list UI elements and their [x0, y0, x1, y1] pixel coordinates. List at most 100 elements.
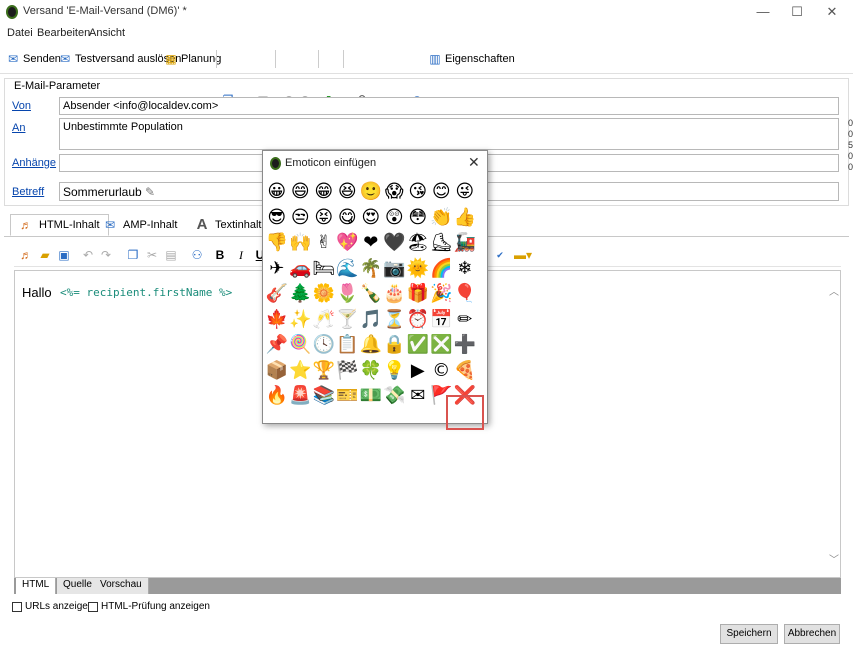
emoticon-button[interactable]: 😋 [336, 205, 360, 231]
emoticon-button[interactable]: 🌊 [336, 256, 360, 282]
emoticon-button[interactable]: ❤ [359, 230, 383, 256]
emoticon-button[interactable]: 📅 [430, 307, 454, 333]
emoticon-button[interactable]: 🙂 [359, 179, 383, 205]
emoticon-button[interactable]: 🌈 [430, 256, 454, 282]
emoticon-button[interactable]: 🍀 [359, 358, 383, 384]
emoticon-button[interactable]: 👍 [453, 205, 477, 231]
emoticon-button[interactable]: 👎 [265, 230, 289, 256]
emoticon-button[interactable]: 🍾 [359, 281, 383, 307]
emoticon-button[interactable]: 🎉 [430, 281, 454, 307]
emoticon-button[interactable]: 🙌 [289, 230, 313, 256]
emoticon-button[interactable]: 🥂 [312, 307, 336, 333]
planning-button[interactable]: ▦ Planung [164, 51, 221, 67]
emoticon-button[interactable]: 🍕 [453, 358, 477, 384]
send-button[interactable]: ✉ Senden [6, 51, 61, 67]
emoticon-button[interactable]: ❎ [430, 332, 454, 358]
emoticon-button[interactable]: 💸 [383, 383, 407, 409]
editor-redo-icon[interactable]: ↷ [98, 247, 114, 263]
maximize-button[interactable]: ☐ [780, 0, 814, 24]
emoticon-button[interactable]: ⏳ [383, 307, 407, 333]
emoticon-button[interactable]: 🌲 [289, 281, 313, 307]
editor-cut-icon[interactable]: ✂ [144, 247, 160, 263]
html-check-checkbox[interactable]: HTML-Prüfung anzeigen [88, 601, 210, 612]
emoticon-button[interactable]: 🏆 [312, 358, 336, 384]
emoticon-button[interactable]: 🚨 [289, 383, 313, 409]
emoticon-button[interactable]: 🔒 [383, 332, 407, 358]
bold-button[interactable]: B [212, 247, 228, 263]
emoticon-button[interactable]: ✌ [312, 230, 336, 256]
tab-amp-content[interactable]: ✉ AMP-Inhalt [95, 214, 185, 236]
emoticon-button[interactable]: 😆 [336, 179, 360, 205]
close-window-button[interactable]: ✕ [815, 0, 849, 24]
find-icon[interactable]: ⚇ [189, 247, 205, 263]
emoticon-button[interactable]: 🍭 [289, 332, 313, 358]
emoticon-button[interactable]: 🍸 [336, 307, 360, 333]
emoticon-button[interactable]: 🏁 [336, 358, 360, 384]
emoticon-button[interactable]: 🎈 [453, 281, 477, 307]
emoticon-button[interactable]: 🎂 [383, 281, 407, 307]
to-link[interactable]: An [12, 122, 25, 134]
emoticon-button[interactable]: 😄 [289, 179, 313, 205]
editor-scrollbar[interactable]: ︿ ﹀ [826, 271, 840, 577]
scroll-down-icon[interactable]: ﹀ [829, 551, 839, 566]
emoticon-button[interactable]: ⏰ [406, 307, 430, 333]
menu-bearbeiten[interactable]: Bearbeiten [37, 27, 90, 39]
emoticon-button[interactable]: 🎫 [336, 383, 360, 409]
menu-ansicht[interactable]: Ansicht [89, 27, 125, 39]
editor-undo-icon[interactable]: ↶ [80, 247, 96, 263]
emoticon-button[interactable]: 🕓 [312, 332, 336, 358]
emoticon-button[interactable]: 📋 [336, 332, 360, 358]
emoticon-button[interactable]: 😁 [312, 179, 336, 205]
emoticon-button[interactable]: 😳 [406, 205, 430, 231]
emoticon-button[interactable]: 💖 [336, 230, 360, 256]
editor-copy-icon[interactable]: ❐ [125, 247, 141, 263]
emoticon-button[interactable]: 🔔 [359, 332, 383, 358]
emoticon-button[interactable]: 🌴 [359, 256, 383, 282]
emoticon-button[interactable]: 😎 [265, 205, 289, 231]
save-icon[interactable]: ▣ [56, 247, 72, 263]
emoticon-button[interactable]: 😍 [359, 205, 383, 231]
emoticon-button[interactable]: 👏 [430, 205, 454, 231]
tab-source[interactable]: Quelle [57, 578, 99, 594]
emoticon-button[interactable]: 💡 [383, 358, 407, 384]
emoticon-button[interactable]: 📷 [383, 256, 407, 282]
save-button[interactable]: Speichern [720, 624, 778, 644]
emoticon-button[interactable]: 💵 [359, 383, 383, 409]
emoticon-button[interactable]: 🛏 [312, 256, 336, 282]
emoticon-button[interactable]: 📦 [265, 358, 289, 384]
emoticon-button[interactable]: 😀 [265, 179, 289, 205]
attachments-link[interactable]: Anhänge [12, 157, 56, 169]
emoticon-button[interactable]: ✨ [289, 307, 313, 333]
emoticon-button[interactable]: ✉ [406, 383, 430, 409]
checkbox-box[interactable] [88, 601, 98, 612]
tab-text-content[interactable]: A Textinhalt [187, 214, 269, 236]
emoticon-button[interactable]: 📚 [312, 383, 336, 409]
emoticon-button[interactable]: 🍁 [265, 307, 289, 333]
emoticon-button[interactable]: ▶ [406, 358, 430, 384]
emoticon-button[interactable]: 🖤 [383, 230, 407, 256]
html-icon[interactable]: ♬ [18, 247, 34, 263]
tab-html-content[interactable]: ♬ HTML-Inhalt [10, 214, 109, 236]
scroll-up-icon[interactable]: ︿ [829, 283, 839, 298]
emoticon-button[interactable]: 😒 [289, 205, 313, 231]
to-field[interactable]: Unbestimmte Population [59, 118, 839, 150]
open-folder-icon[interactable]: ▰ [37, 247, 53, 263]
minimize-button[interactable]: — [746, 0, 780, 24]
emoticon-button[interactable]: ⛸ [430, 230, 454, 256]
checkbox-box[interactable] [12, 601, 22, 612]
emoticon-button[interactable]: 🚂 [453, 230, 477, 256]
emoticon-button[interactable]: ✏ [453, 307, 477, 333]
emoticon-button[interactable]: 😘 [406, 179, 430, 205]
emoticon-button[interactable]: 😊 [430, 179, 454, 205]
spellcheck-icon[interactable]: ✔ [492, 247, 508, 263]
emoticon-button[interactable]: © [430, 358, 454, 384]
properties-button[interactable]: ▥ Eigenschaften [428, 51, 514, 67]
emoticon-button[interactable]: 🔥 [265, 383, 289, 409]
emoticon-button[interactable]: 😲 [383, 205, 407, 231]
dialog-close-button[interactable]: ✕ [468, 154, 480, 171]
from-link[interactable]: Von [12, 100, 31, 112]
from-field[interactable]: Absender <info@localdev.com> [59, 97, 839, 115]
subject-link[interactable]: Betreff [12, 186, 44, 198]
emoticon-button[interactable]: 🎸 [265, 281, 289, 307]
menu-datei[interactable]: Datei [7, 27, 33, 39]
